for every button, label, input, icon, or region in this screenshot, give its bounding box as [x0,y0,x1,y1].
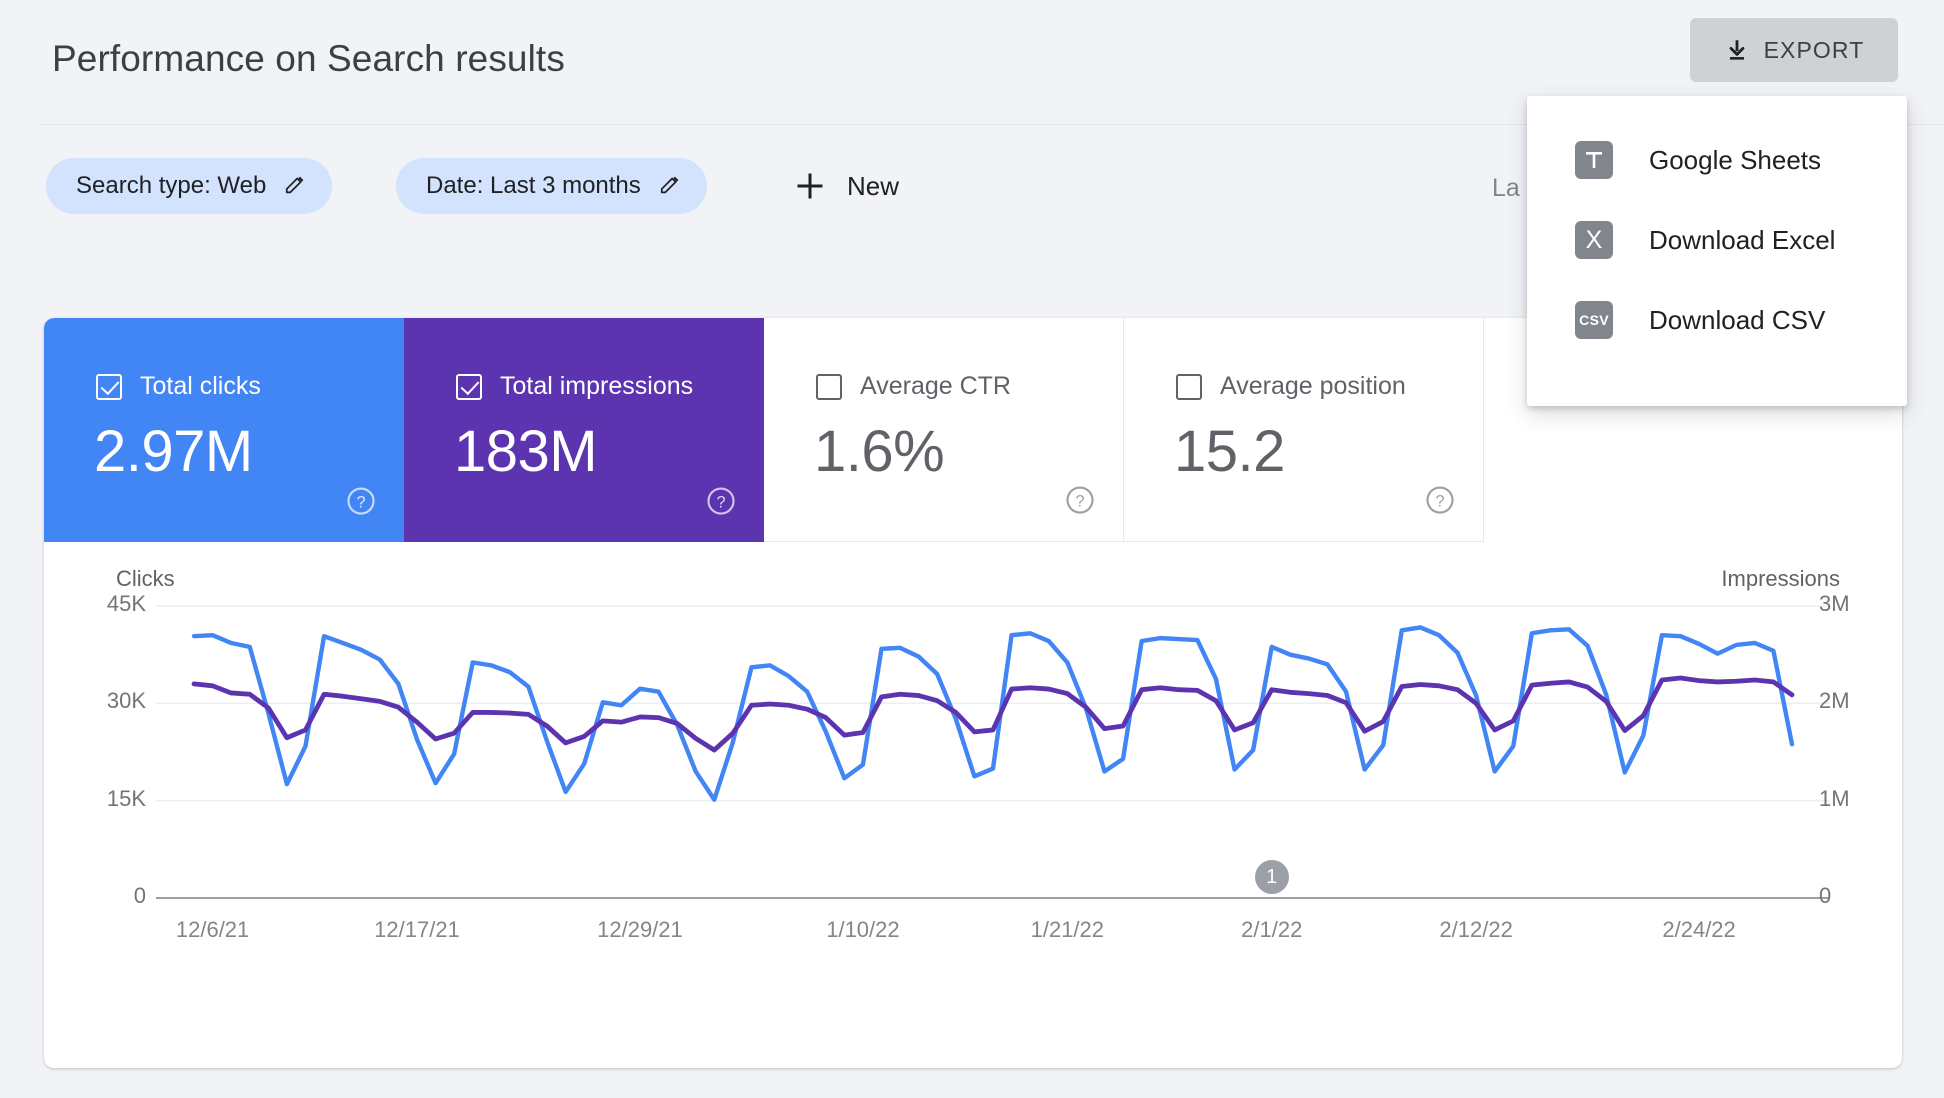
plus-icon [797,173,823,199]
y-axis-tick-right: 2M [1819,688,1850,714]
filter-chip-search-type[interactable]: Search type: Web [46,158,333,214]
x-axis-tick: 2/12/22 [1439,917,1513,942]
metric-header: Total clicks [96,372,261,401]
x-axis-tick: 12/29/21 [597,917,683,942]
add-filter-button[interactable]: New [785,158,909,214]
download-icon [1729,40,1744,60]
checkbox-icon[interactable] [816,373,842,400]
filter-chip-label: Date: Last 3 months [426,172,641,199]
menu-item-download-excel[interactable]: X Download Excel [1527,200,1907,280]
metric-label: Total impressions [500,372,694,400]
menu-item-label: Download Excel [1649,224,1836,255]
metric-tab-average-position[interactable]: Average position 15.2 ? [1124,318,1484,542]
metric-header: Total impressions [456,372,693,401]
menu-item-label: Download CSV [1649,304,1826,335]
pencil-icon [660,176,679,194]
csv-icon: CSV [1575,301,1613,339]
x-axis-tick: 2/1/22 [1241,917,1303,942]
y-axis-tick-left: 45K [106,591,146,616]
svg-text:?: ? [716,493,725,511]
help-icon[interactable]: ? [346,486,376,516]
x-axis-tick: 1/21/22 [1030,917,1105,942]
filter-chip-label: Search type: Web [76,172,267,199]
metric-value: 15.2 [1174,419,1285,484]
chart-plot-area [156,605,1830,899]
menu-item-google-sheets[interactable]: Google Sheets [1527,120,1907,200]
performance-card: Total clicks 2.97M ? Total impressions 1… [44,318,1902,1068]
checkbox-icon[interactable] [1176,373,1202,400]
pencil-icon [286,176,304,194]
help-icon[interactable]: ? [1425,485,1455,515]
filter-chip-date[interactable]: Date: Last 3 months [396,158,707,214]
metric-tab-total-clicks[interactable]: Total clicks 2.97M ? [44,318,404,542]
export-button[interactable]: EXPORT [1690,18,1898,82]
page-title: Performance on Search results [52,38,565,79]
x-axis-tick: 12/17/21 [374,917,460,942]
chart-line-impressions [194,627,1792,799]
metric-tab-total-impressions[interactable]: Total impressions 183M ? [404,318,764,542]
checkbox-icon[interactable] [456,373,482,400]
metric-header: Average position [1176,372,1406,401]
menu-item-label: Google Sheets [1649,144,1822,175]
chart-line-clicks [194,678,1792,750]
svg-text:?: ? [1435,492,1444,510]
x-axis-tick: 12/6/21 [175,917,250,942]
metric-tab-average-ctr[interactable]: Average CTR 1.6% ? [764,318,1124,542]
metric-tabs: Total clicks 2.97M ? Total impressions 1… [44,318,1484,542]
google-sheets-icon [1575,141,1613,179]
y-axis-tick-left: 30K [106,688,146,714]
checkbox-icon[interactable] [96,373,122,400]
y-axis-tick-left: 0 [133,883,146,908]
metric-value: 183M [454,419,598,484]
menu-item-download-csv[interactable]: CSV Download CSV [1527,280,1907,360]
help-icon[interactable]: ? [706,486,736,516]
metric-label: Average CTR [860,372,1011,400]
x-axis-tick: 2/24/22 [1662,917,1736,942]
excel-icon: X [1575,221,1613,259]
performance-chart: Clicks Impressions 0 15K 30K 45K 0 1M 2M 3M 12/6… [44,542,1902,1068]
metric-value: 1.6% [814,419,945,484]
y-axis-tick-right: 1M [1819,785,1850,811]
chart-annotation-badge[interactable]: 1 [1254,860,1289,894]
y-axis-tick-left: 15K [106,785,146,811]
metric-label: Average position [1220,372,1406,400]
add-filter-label: New [847,170,900,201]
y-axis-tick-right: 3M [1819,591,1850,616]
export-menu: Google Sheets X Download Excel CSV Downl… [1527,96,1907,406]
svg-text:?: ? [356,493,365,511]
metric-value: 2.97M [94,419,253,484]
help-icon[interactable]: ? [1065,485,1095,515]
export-button-label: EXPORT [1763,36,1865,63]
metric-label: Total clicks [140,372,261,400]
search-console-performance-page: Performance on Search results EXPORT Goo… [0,0,1944,1098]
y-axis-tick-right: 0 [1819,883,1832,908]
metric-header: Average CTR [816,372,1011,401]
svg-text:?: ? [1075,492,1084,510]
x-axis-tick: 1/10/22 [826,917,900,942]
